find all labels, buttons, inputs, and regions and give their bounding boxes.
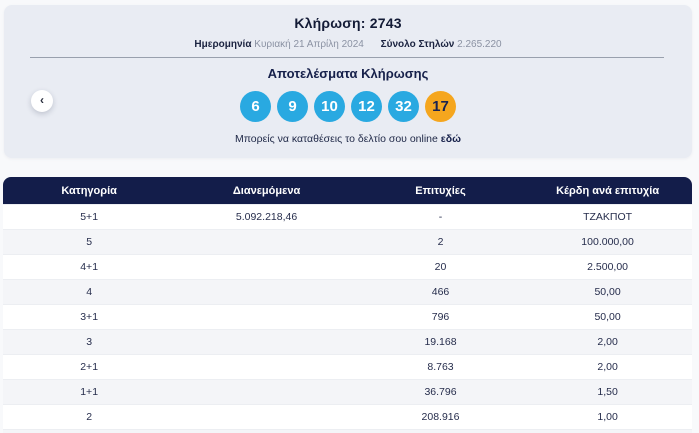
winning-number-ball: 32 (388, 91, 419, 122)
table-row: 2 208.916 1,00 (3, 404, 692, 429)
winning-number-ball: 12 (351, 91, 382, 122)
draw-date: Ημερομηνία Κυριακή 21 Απρίλη 2024 (194, 39, 366, 50)
cell-winners: 2 (437, 236, 444, 248)
cell-prize: 2,00 (597, 361, 618, 373)
draw-number: 2743 (369, 15, 402, 31)
draw-title: Κλήρωση: 2743 (4, 15, 692, 31)
winning-number-ball: 6 (240, 91, 271, 122)
table-row: 3+1 796 50,00 (3, 304, 692, 329)
cell-winners: 8.763 (427, 361, 454, 373)
cell-category: 4 (86, 286, 93, 298)
cell-winners: 20 (434, 261, 447, 273)
cell-winners: 36.796 (424, 386, 457, 398)
table-row: 1+1 36.796 1,50 (3, 379, 692, 404)
cell-category: 4+1 (80, 261, 99, 273)
table-row: 4+1 20 2.500,00 (3, 254, 692, 279)
draw-meta: Ημερομηνία Κυριακή 21 Απρίλη 2024 Σύνολο… (4, 39, 692, 50)
draw-title-label: Κλήρωση: (294, 15, 366, 31)
cell-category: 3 (86, 336, 93, 348)
table-row: 5 2 100.000,00 (3, 229, 692, 254)
lottery-results-page: Κλήρωση: 2743 Ημερομηνία Κυριακή 21 Απρί… (0, 0, 699, 433)
column-header-winners: Επιτυχίες (415, 184, 466, 197)
cell-winners: 466 (431, 286, 450, 298)
winning-number-ball: 9 (277, 91, 308, 122)
draw-date-label: Ημερομηνία (194, 39, 252, 50)
cell-winners: - (438, 211, 443, 223)
joker-number-ball: 17 (425, 91, 456, 122)
cell-prize: 50,00 (594, 311, 621, 323)
cell-winners: 208.916 (421, 411, 460, 423)
table-row: 3 19.168 2,00 (3, 329, 692, 354)
divider (30, 57, 664, 58)
cell-prize: 1,00 (597, 411, 618, 423)
total-columns-value: 2.265.220 (457, 39, 502, 50)
cell-prize: 2.500,00 (587, 261, 629, 273)
draw-date-value: Κυριακή 21 Απρίλη 2024 (254, 39, 364, 50)
total-columns-label: Σύνολο Στηλών (380, 39, 455, 50)
cell-winners: 19.168 (424, 336, 457, 348)
column-header-distributed: Διανεμόμενα (232, 184, 301, 197)
column-header-category: Κατηγορία (61, 184, 117, 197)
deposit-link[interactable]: εδώ (441, 133, 461, 145)
deposit-text: Μπορείς να καταθέσεις το δελτίο σου onli… (234, 133, 438, 145)
cell-prize: 1,50 (597, 386, 618, 398)
results-title: Αποτελέσματα Κλήρωσης (267, 66, 429, 81)
cell-category: 2 (86, 411, 93, 423)
cell-prize: 2,00 (597, 336, 618, 348)
cell-prize: 50,00 (594, 286, 621, 298)
table-row: 2+1 8.763 2,00 (3, 354, 692, 379)
cell-category: 5+1 (80, 211, 99, 223)
chevron-left-icon: ‹ (40, 93, 44, 107)
table-row: 4 466 50,00 (3, 279, 692, 304)
cell-prize: ΤΖΑΚΠΟΤ (583, 211, 633, 223)
cell-category: 1+1 (80, 386, 99, 398)
deposit-hint: Μπορείς να καταθέσεις το δελτίο σου onli… (4, 133, 692, 145)
total-columns: Σύνολο Στηλών 2.265.220 (381, 39, 502, 50)
cell-winners: 796 (431, 311, 450, 323)
next-row-partial (3, 429, 692, 433)
table-row: 5+1 5.092.218,46 - ΤΖΑΚΠΟΤ (3, 204, 692, 229)
cell-category: 2+1 (80, 361, 99, 373)
previous-draw-button[interactable]: ‹ (31, 90, 53, 112)
cell-category: 3+1 (80, 311, 99, 323)
winning-number-ball: 10 (314, 91, 345, 122)
column-header-prize: Κέρδη ανά επιτυχία (556, 184, 660, 197)
table-header-row: Κατηγορία Διανεμόμενα Επιτυχίες Κέρδη αν… (3, 177, 692, 204)
cell-prize: 100.000,00 (581, 236, 634, 248)
winning-numbers: 6 9 10 12 32 17 (4, 91, 692, 122)
cell-distributed: 5.092.218,46 (235, 211, 298, 223)
prize-table: Κατηγορία Διανεμόμενα Επιτυχίες Κέρδη αν… (3, 177, 692, 433)
cell-category: 5 (86, 236, 93, 248)
draw-summary-card: Κλήρωση: 2743 Ημερομηνία Κυριακή 21 Απρί… (4, 5, 692, 158)
